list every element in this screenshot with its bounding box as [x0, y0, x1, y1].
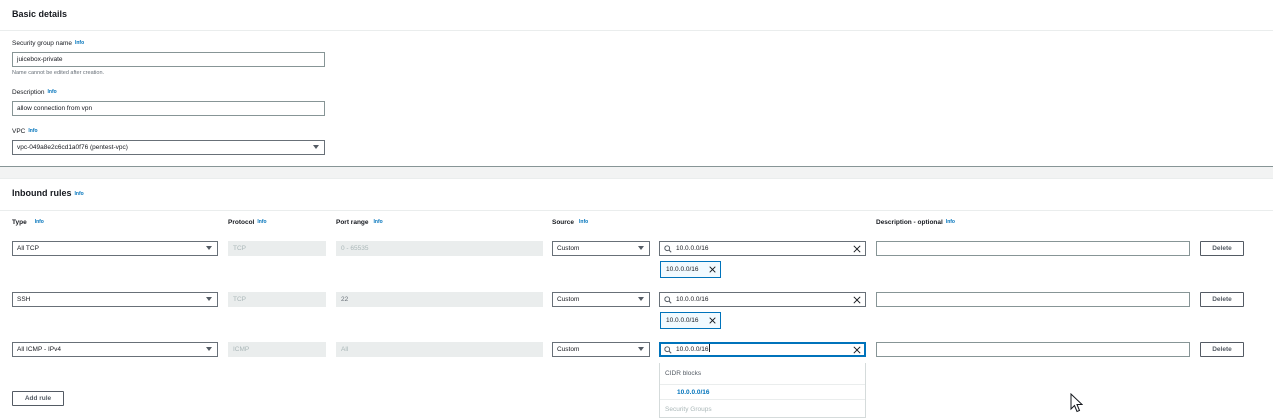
rule-1-type-select[interactable]: All TCP — [12, 241, 218, 256]
rule-2-port-field: 22 — [336, 292, 543, 307]
caret-down-icon — [313, 145, 319, 149]
search-icon — [664, 245, 672, 253]
column-header-port-range: Port range Info — [336, 219, 383, 226]
description-col-info-link[interactable]: Info — [946, 219, 955, 225]
rule-2-source-search-value: 10.0.0.0/16 — [676, 296, 709, 303]
rule-3-description-field[interactable] — [876, 342, 1190, 357]
rule-1-source-search[interactable]: 10.0.0.0/16 — [659, 241, 866, 256]
sg-name-label: Security group name Info — [12, 40, 84, 47]
basic-details-panel: Basic details Security group name Info ju… — [0, 0, 1273, 167]
rule-3-type-value: All ICMP - IPv4 — [17, 346, 61, 353]
column-header-description-text: Description - optional — [876, 219, 943, 226]
caret-down-icon — [638, 297, 644, 301]
caret-down-icon — [206, 246, 212, 250]
description-label-text: Description — [12, 89, 45, 96]
sg-name-label-text: Security group name — [12, 40, 72, 47]
remove-token-icon[interactable] — [709, 317, 716, 324]
vpc-info-link[interactable]: Info — [28, 128, 37, 134]
rule-3-type-select[interactable]: All ICMP - IPv4 — [12, 342, 218, 357]
rule-2-description-field[interactable] — [876, 292, 1190, 307]
protocol-info-link[interactable]: Info — [257, 219, 266, 225]
caret-down-icon — [206, 297, 212, 301]
caret-down-icon — [638, 347, 644, 351]
column-header-protocol: Protocol Info — [228, 219, 267, 226]
search-icon — [664, 296, 672, 304]
rule-2-type-select[interactable]: SSH — [12, 292, 218, 307]
port-range-info-link[interactable]: Info — [374, 219, 383, 225]
rule-2-source-token-label: 10.0.0.0/16 — [666, 317, 699, 324]
rule-1-source-token: 10.0.0.0/16 — [660, 261, 721, 278]
rule-1-description-field[interactable] — [876, 241, 1190, 256]
rule-1-source-search-value: 10.0.0.0/16 — [676, 245, 709, 252]
caret-down-icon — [206, 347, 212, 351]
clear-icon[interactable] — [853, 245, 861, 253]
rule-3-source-search[interactable]: 10.0.0.0/16 — [659, 342, 866, 357]
dropdown-group-security-groups: Security Groups — [665, 406, 712, 413]
inbound-rules-title: Inbound rules — [12, 188, 72, 198]
column-header-source: Source Info — [552, 219, 588, 226]
vpc-select-value: vpc-049a8e2c6cd1a0f76 (pentest-vpc) — [17, 144, 128, 151]
rule-2-delete-button[interactable]: Delete — [1200, 292, 1244, 307]
rule-3-source-select[interactable]: Custom — [552, 342, 650, 357]
description-label: Description Info — [12, 89, 57, 96]
mouse-cursor-icon — [1070, 393, 1083, 413]
source-autocomplete-dropdown: CIDR blocks 10.0.0.0/16 Security Groups — [659, 363, 866, 418]
sg-name-field[interactable]: juicebox-private — [12, 52, 325, 67]
inbound-rules-info-link[interactable]: Info — [75, 191, 84, 197]
column-header-protocol-text: Protocol — [228, 219, 255, 226]
rule-1-source-token-label: 10.0.0.0/16 — [666, 266, 699, 273]
column-header-type-text: Type — [12, 219, 27, 226]
dropdown-group-cidr: CIDR blocks — [665, 370, 702, 377]
rule-1-port-field: 0 - 65535 — [336, 241, 543, 256]
column-header-source-text: Source — [552, 219, 575, 226]
caret-down-icon — [638, 246, 644, 250]
search-icon — [664, 346, 672, 354]
rule-3-protocol-field: ICMP — [228, 342, 326, 357]
description-field[interactable]: allow connection from vpn — [12, 101, 325, 116]
rule-3-source-value: Custom — [557, 346, 580, 353]
vpc-label: VPC Info — [12, 128, 38, 135]
rule-1-protocol-field: TCP — [228, 241, 326, 256]
basic-details-header: Basic details — [0, 0, 1273, 31]
description-info-link[interactable]: Info — [48, 89, 57, 95]
column-header-description: Description - optional Info — [876, 219, 955, 226]
vpc-select[interactable]: vpc-049a8e2c6cd1a0f76 (pentest-vpc) — [12, 140, 325, 155]
column-header-port-range-text: Port range — [336, 219, 369, 226]
sg-name-info-link[interactable]: Info — [75, 40, 84, 46]
rule-1-source-select[interactable]: Custom — [552, 241, 650, 256]
basic-details-title: Basic details — [12, 9, 68, 19]
source-info-link[interactable]: Info — [579, 219, 588, 225]
rule-3-source-search-value: 10.0.0.0/16 — [676, 346, 709, 353]
rule-2-type-value: SSH — [17, 296, 31, 303]
text-caret — [708, 344, 710, 352]
vpc-label-text: VPC — [12, 128, 26, 135]
rule-2-protocol-field: TCP — [228, 292, 326, 307]
rule-1-delete-button[interactable]: Delete — [1200, 241, 1244, 256]
sg-name-hint: Name cannot be edited after creation. — [12, 70, 105, 76]
rule-1-source-value: Custom — [557, 245, 580, 252]
rule-2-source-search[interactable]: 10.0.0.0/16 — [659, 292, 866, 307]
rule-3-delete-button[interactable]: Delete — [1200, 342, 1244, 357]
rule-2-source-token: 10.0.0.0/16 — [660, 312, 721, 329]
rule-3-port-field: All — [336, 342, 543, 357]
remove-token-icon[interactable] — [709, 266, 716, 273]
type-info-link[interactable]: Info — [35, 219, 44, 225]
dropdown-option-cidr[interactable]: 10.0.0.0/16 — [660, 384, 865, 400]
rule-1-type-value: All TCP — [17, 245, 39, 252]
column-header-type: Type Info — [12, 219, 44, 226]
rule-2-source-select[interactable]: Custom — [552, 292, 650, 307]
add-rule-button[interactable]: Add rule — [12, 391, 64, 406]
rule-2-source-value: Custom — [557, 296, 580, 303]
clear-icon[interactable] — [853, 296, 861, 304]
inbound-rules-header: Inbound rules Info — [0, 179, 1273, 211]
clear-icon[interactable] — [853, 346, 861, 354]
